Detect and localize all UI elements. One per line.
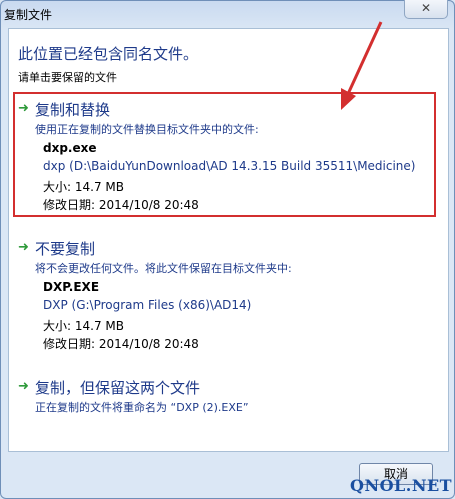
watermark-logo: QNOL.NET	[350, 476, 453, 495]
annotation-arrow-icon	[341, 21, 383, 110]
